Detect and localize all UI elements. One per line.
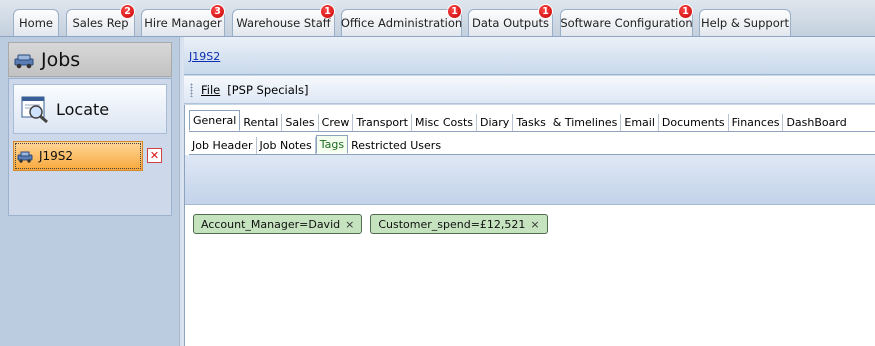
locate-icon bbox=[20, 94, 50, 124]
tab-home[interactable]: Home bbox=[13, 9, 59, 36]
remove-tag-icon[interactable]: × bbox=[530, 218, 539, 231]
tab-tasks-timelines[interactable]: Tasks & Timelines bbox=[513, 114, 622, 131]
tab-label: Software Configuration bbox=[560, 16, 693, 30]
subtab-job-header[interactable]: Job Header bbox=[189, 137, 257, 154]
job-icon bbox=[17, 149, 35, 163]
tab-documents[interactable]: Documents bbox=[659, 114, 729, 131]
tab-finances[interactable]: Finances bbox=[729, 114, 784, 131]
tab-diary[interactable]: Diary bbox=[477, 114, 514, 131]
notification-badge: 2 bbox=[120, 4, 135, 19]
locate-button[interactable]: Locate bbox=[13, 84, 167, 134]
tag-list: Account_Manager=David × Customer_spend=£… bbox=[193, 214, 548, 234]
tab-software-configuration[interactable]: Software Configuration 1 bbox=[560, 4, 693, 36]
notification-badge: 3 bbox=[210, 4, 225, 19]
subtab-restricted-users[interactable]: Restricted Users bbox=[348, 137, 444, 154]
left-panel: Jobs Locate J19S2 ✕ bbox=[0, 37, 179, 346]
tab-label: Hire Manager bbox=[144, 16, 222, 30]
tab-label: Office Administration bbox=[340, 16, 463, 30]
job-content-area: General Rental Sales Crew Transport Misc… bbox=[184, 105, 875, 346]
notification-badge: 1 bbox=[538, 4, 553, 19]
tab-transport[interactable]: Transport bbox=[353, 114, 412, 131]
notification-badge: 1 bbox=[678, 4, 693, 19]
tag-text: Customer_spend=£12,521 bbox=[378, 217, 526, 231]
tab-sales-rep[interactable]: Sales Rep 2 bbox=[66, 4, 135, 36]
tab-label: Warehouse Staff bbox=[236, 16, 331, 30]
tab-email[interactable]: Email bbox=[621, 114, 659, 131]
tab-label: Sales Rep bbox=[72, 16, 129, 30]
file-menu[interactable]: File bbox=[201, 83, 220, 97]
jobs-panel-body: Locate J19S2 ✕ bbox=[8, 78, 172, 216]
tab-label: Home bbox=[19, 16, 53, 30]
subtab-tags[interactable]: Tags bbox=[315, 135, 349, 154]
job-item-label: J19S2 bbox=[39, 149, 74, 163]
jobs-icon bbox=[13, 50, 37, 70]
tags-toolbar-strip bbox=[185, 155, 875, 205]
tab-general[interactable]: General bbox=[189, 110, 241, 131]
menu-bar: File [PSP Specials] bbox=[184, 76, 875, 104]
tab-crew[interactable]: Crew bbox=[319, 114, 354, 131]
notification-badge: 1 bbox=[447, 4, 462, 19]
sub-tab-row: Job Header Job Notes Tags Restricted Use… bbox=[189, 135, 444, 154]
tab-dashboard[interactable]: DashBoard bbox=[783, 114, 849, 131]
locate-label: Locate bbox=[56, 99, 110, 119]
job-context-label: [PSP Specials] bbox=[227, 82, 309, 97]
remove-tag-icon[interactable]: × bbox=[345, 218, 354, 231]
jobs-title: Jobs bbox=[41, 48, 81, 71]
breadcrumb-bar: J19S2 bbox=[184, 37, 875, 75]
tab-label: Help & Support bbox=[701, 16, 789, 30]
job-list-item-selected[interactable]: J19S2 bbox=[13, 141, 143, 171]
tab-office-administration[interactable]: Office Administration 1 bbox=[340, 4, 463, 36]
notification-badge: 1 bbox=[320, 4, 335, 19]
subtab-job-notes[interactable]: Job Notes bbox=[257, 137, 316, 154]
tab-misc-costs[interactable]: Misc Costs bbox=[412, 114, 478, 131]
close-job-icon[interactable]: ✕ bbox=[147, 148, 162, 163]
file-menu-label: File bbox=[201, 82, 221, 97]
tab-warehouse-staff[interactable]: Warehouse Staff 1 bbox=[232, 4, 335, 36]
tab-label: Data Outputs bbox=[471, 16, 550, 30]
tab-help-support[interactable]: Help & Support bbox=[699, 9, 791, 36]
tab-divider bbox=[189, 131, 875, 132]
tab-sales[interactable]: Sales bbox=[282, 114, 319, 131]
tab-hire-manager[interactable]: Hire Manager 3 bbox=[141, 4, 225, 36]
breadcrumb-link[interactable]: J19S2 bbox=[189, 50, 220, 63]
tag-text: Account_Manager=David bbox=[201, 217, 341, 231]
tab-rental[interactable]: Rental bbox=[240, 114, 283, 131]
main-tab-row: General Rental Sales Crew Transport Misc… bbox=[189, 110, 850, 131]
top-tab-strip: Home Sales Rep 2 Hire Manager 3 Warehous… bbox=[0, 0, 875, 37]
toolbar-grip-icon[interactable] bbox=[190, 82, 193, 97]
tag-chip[interactable]: Customer_spend=£12,521 × bbox=[370, 214, 548, 234]
tag-chip[interactable]: Account_Manager=David × bbox=[193, 214, 363, 234]
tab-data-outputs[interactable]: Data Outputs 1 bbox=[468, 4, 553, 36]
jobs-panel-header[interactable]: Jobs bbox=[8, 42, 172, 77]
